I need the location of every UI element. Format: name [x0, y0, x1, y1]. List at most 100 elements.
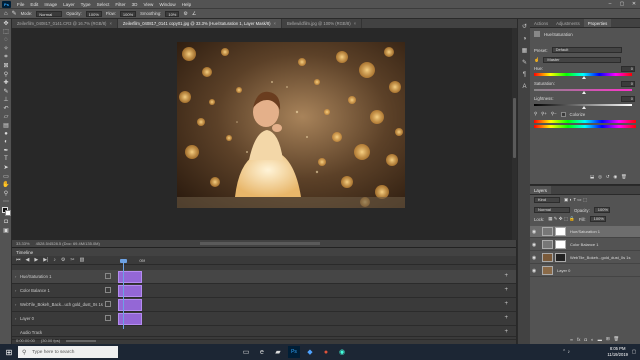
hue-slider-knob[interactable] [582, 76, 586, 79]
gradient-tool-icon[interactable]: ▤ [1, 121, 11, 130]
lightness-slider-knob[interactable] [582, 106, 586, 109]
quick-mask-icon[interactable]: ◘ [1, 218, 11, 227]
timeline-clip[interactable] [118, 313, 142, 325]
play-icon[interactable]: ▶ [34, 257, 38, 263]
opacity-field[interactable]: 100% [593, 207, 610, 213]
zoom-tool-icon[interactable]: ⚲ [1, 189, 11, 198]
pen-tool-icon[interactable]: ✒ [1, 147, 11, 156]
layer-mask-thumb[interactable] [555, 227, 566, 236]
history-icon[interactable]: ↺ [520, 22, 529, 31]
close-icon[interactable]: × [354, 21, 356, 26]
close-icon[interactable]: ✕ [628, 0, 640, 8]
zoom-slider[interactable] [66, 339, 97, 342]
next-frame-icon[interactable]: ▶| [43, 257, 48, 263]
tab-document-3[interactable]: Bellewildfilm.jpg @ 100% (RGB/8) × [282, 19, 363, 28]
playhead[interactable] [123, 261, 124, 329]
mode-select[interactable]: Normal [36, 10, 63, 17]
menu-layer[interactable]: Layer [60, 2, 78, 7]
saturation-value[interactable]: 0 [621, 81, 635, 87]
opacity-field[interactable]: 100% [85, 10, 102, 17]
add-media-icon[interactable]: + [504, 273, 508, 279]
windows-start-icon[interactable]: ⊞ [0, 344, 18, 360]
menu-view[interactable]: View [140, 2, 156, 7]
screen-mode-icon[interactable]: ▣ [1, 227, 11, 236]
eye-icon[interactable]: ◉ [530, 255, 538, 261]
saturation-slider-knob[interactable] [582, 91, 586, 94]
menu-type[interactable]: Type [78, 2, 94, 7]
file-explorer-icon[interactable]: ▰ [272, 346, 284, 358]
tab-document-1[interactable]: Zeilerfilm_040817_0141.CR3 @ 16.7% (RGB/… [12, 19, 118, 28]
edge-browser-icon[interactable]: e [256, 346, 268, 358]
expand-icon[interactable]: › [15, 316, 16, 321]
expand-icon[interactable]: › [15, 288, 16, 293]
timeline-clip[interactable] [118, 271, 142, 283]
swatches-icon[interactable]: ▦ [520, 46, 529, 55]
menu-image[interactable]: Image [41, 2, 60, 7]
timeline-track[interactable]: › Hue/Saturation 1 + [12, 270, 516, 284]
clip-layer-icon[interactable]: ⬓ [590, 174, 594, 180]
lightness-value[interactable]: 0 [621, 96, 635, 102]
tab-adjustments[interactable]: Adjustments [552, 19, 584, 27]
transition-icon[interactable]: ▧ [80, 257, 85, 263]
lasso-tool-icon[interactable]: ◌ [1, 36, 11, 45]
delete-layer-icon[interactable]: 🗑 [614, 336, 619, 342]
timeline-clip[interactable] [118, 285, 142, 297]
layer-row[interactable]: ◉ Color Balance 1 [530, 239, 640, 251]
color-icon[interactable]: ◑ [520, 34, 529, 43]
document-photo[interactable] [177, 42, 405, 208]
chat-icon[interactable]: ◉ [336, 346, 348, 358]
horizontal-scrollbar[interactable] [200, 242, 320, 245]
history-brush-tool-icon[interactable]: ↶ [1, 104, 11, 113]
fx-icon[interactable]: fx [577, 337, 580, 342]
close-icon[interactable]: × [274, 21, 276, 26]
playhead-handle[interactable] [120, 259, 127, 263]
eyedropper-icon[interactable]: ⚲ [534, 111, 537, 117]
task-view-icon[interactable]: ▭ [240, 346, 252, 358]
hue-value[interactable]: 0 [621, 66, 635, 72]
paragraph-icon[interactable]: ¶ [520, 70, 529, 79]
tray-icons[interactable]: ⌃ ♪ [560, 346, 572, 358]
filter-kind-select[interactable]: Kind [534, 197, 560, 203]
layer-mask-thumb[interactable] [555, 253, 566, 262]
brush-settings-icon[interactable]: ✎ [520, 58, 529, 67]
eye-icon[interactable]: ◉ [530, 229, 538, 235]
menu-select[interactable]: Select [94, 2, 113, 7]
app-icon[interactable]: ● [320, 346, 332, 358]
brush-tool-icon[interactable]: ✎ [12, 10, 17, 17]
layer-mask-thumb[interactable] [555, 240, 566, 249]
expand-icon[interactable]: › [15, 302, 16, 307]
eye-icon[interactable]: ◉ [530, 268, 538, 274]
type-tool-icon[interactable]: T [1, 155, 11, 164]
path-select-tool-icon[interactable]: ➤ [1, 164, 11, 173]
blend-mode-select[interactable]: Normal [534, 207, 570, 213]
tab-actions[interactable]: Actions [530, 19, 552, 27]
layer-row[interactable]: ◉ Hue/Saturation 1 [530, 226, 640, 238]
frame-tool-icon[interactable]: ⊠ [1, 62, 11, 71]
maximize-icon[interactable]: ▢ [616, 0, 628, 8]
adjustment-layer-icon[interactable]: ◐ [591, 337, 594, 342]
layer-row[interactable]: ◉ WebTile_Bokeh...gold_dust_0s 1s [530, 252, 640, 264]
eyedropper-subtract-icon[interactable]: ⚲− [551, 111, 557, 117]
marquee-tool-icon[interactable]: ⬚ [1, 28, 11, 37]
dodge-tool-icon[interactable]: ◐ [1, 138, 11, 147]
hand-adjust-icon[interactable]: ☝ [534, 57, 539, 63]
fill-field[interactable]: 100% [589, 216, 606, 222]
add-mask-icon[interactable]: ◘ [584, 337, 587, 342]
expand-icon[interactable]: › [15, 274, 16, 279]
eye-icon[interactable]: ◉ [530, 242, 538, 248]
prev-frame-icon[interactable]: ◀ [26, 257, 30, 263]
colorize-checkbox[interactable] [560, 111, 566, 117]
add-media-icon[interactable]: + [504, 287, 508, 293]
channel-select[interactable]: Master [543, 57, 622, 63]
visibility-icon[interactable]: ◉ [613, 174, 617, 180]
reset-icon[interactable]: ↺ [606, 174, 610, 180]
menu-edit[interactable]: Edit [27, 2, 41, 7]
menu-filter[interactable]: Filter [112, 2, 128, 7]
add-media-icon[interactable]: + [504, 315, 508, 321]
taskbar-clock[interactable]: 8:05 PM 11/19/2019 [607, 346, 628, 358]
taskbar-search-input[interactable]: ⚲ Type here to search [18, 346, 118, 358]
timeline-track[interactable]: › Color Balance 1 + [12, 284, 516, 298]
brush-tool-icon[interactable]: ✎ [1, 87, 11, 96]
smoothing-field[interactable]: 10% [165, 10, 180, 17]
color-swatches-icon[interactable] [1, 206, 11, 218]
